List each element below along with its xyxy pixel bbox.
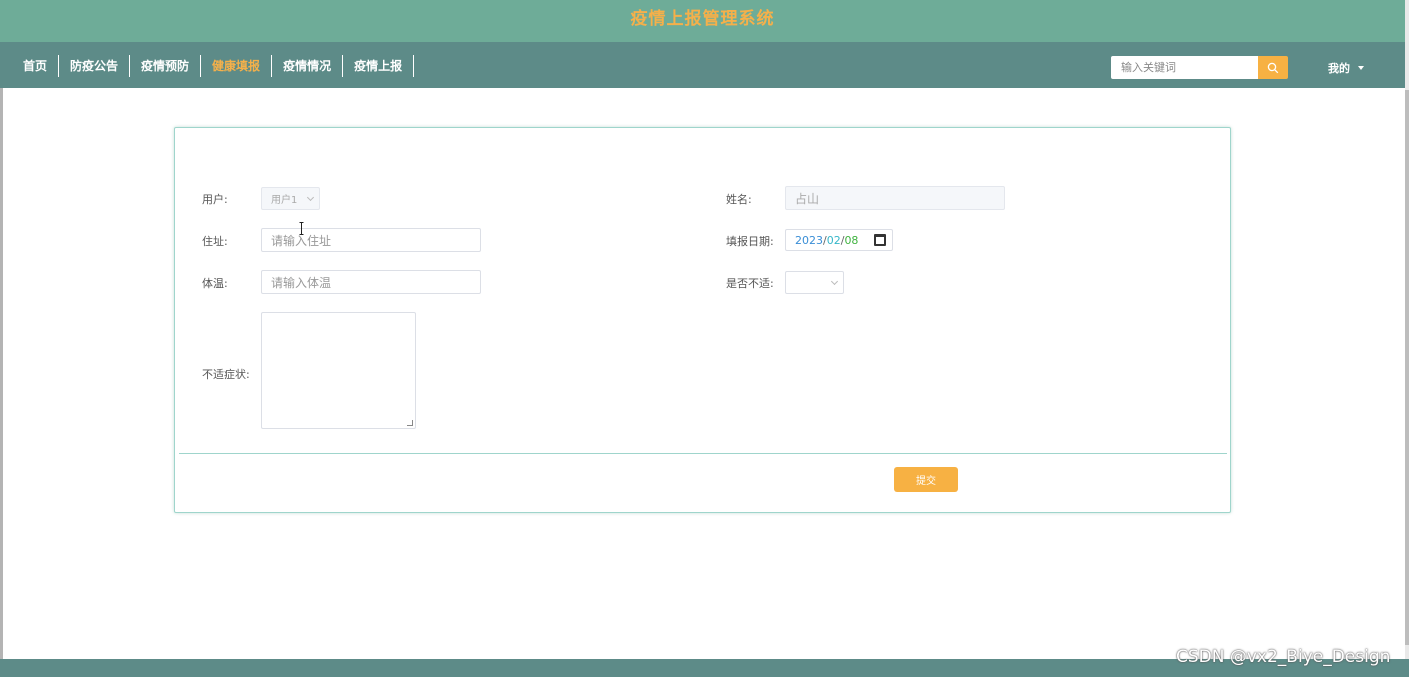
date-input[interactable]: 2023/02/08 — [785, 229, 893, 251]
date-day: 08 — [844, 233, 859, 247]
app-title: 疫情上报管理系统 — [630, 9, 775, 29]
search-icon — [1267, 62, 1279, 73]
symptoms-label: 不适症状: — [202, 368, 250, 381]
date-year: 2023 — [795, 233, 823, 247]
nav-item-announcements[interactable]: 防疫公告 — [59, 55, 131, 77]
calendar-icon[interactable] — [874, 234, 886, 246]
date-month: 02 — [826, 233, 841, 247]
name-label: 姓名: — [726, 193, 752, 206]
chevron-down-icon — [830, 277, 839, 286]
user-menu[interactable]: 我的 — [1328, 60, 1364, 76]
user-label: 用户: — [202, 193, 228, 206]
resize-handle-icon[interactable] — [407, 420, 413, 426]
nav-item-situation[interactable]: 疫情情况 — [272, 55, 344, 77]
name-field[interactable]: 占山 — [785, 186, 1005, 210]
temperature-label: 体温: — [202, 277, 228, 290]
date-label: 填报日期: — [726, 235, 774, 248]
chevron-down-icon — [306, 193, 315, 202]
user-select-value: 用户1 — [271, 195, 298, 206]
symptoms-textarea[interactable] — [261, 312, 416, 429]
text-cursor-icon — [299, 222, 304, 235]
scrollbar-thumb[interactable] — [1405, 90, 1409, 645]
watermark: CSDN @vx2_Biye_Design — [1176, 647, 1391, 667]
left-edge — [0, 88, 3, 660]
address-input[interactable]: 请输入住址 — [261, 228, 481, 252]
top-nav: 首页 防疫公告 疫情预防 健康填报 疫情情况 疫情上报 我的 — [0, 42, 1405, 88]
search-input[interactable] — [1111, 56, 1258, 79]
nav-item-epidemic-report[interactable]: 疫情上报 — [343, 55, 415, 77]
nav-item-health-report[interactable]: 健康填报 — [201, 55, 273, 77]
form-divider — [179, 453, 1227, 454]
name-field-value: 占山 — [795, 191, 820, 206]
nav-item-prevention[interactable]: 疫情预防 — [130, 55, 202, 77]
temperature-input[interactable]: 请输入体温 — [261, 270, 481, 294]
caret-down-icon — [1358, 66, 1364, 70]
app-title-bar: 疫情上报管理系统 — [0, 0, 1405, 42]
temperature-placeholder: 请输入体温 — [271, 275, 332, 290]
search-box — [1111, 56, 1288, 79]
unwell-select[interactable] — [785, 271, 844, 294]
submit-button[interactable]: 提交 — [894, 467, 958, 492]
nav-item-home[interactable]: 首页 — [12, 55, 60, 77]
unwell-label: 是否不适: — [726, 277, 774, 290]
search-button[interactable] — [1258, 56, 1288, 79]
user-menu-label: 我的 — [1328, 62, 1350, 75]
nav-menu: 首页 防疫公告 疫情预防 健康填报 疫情情况 疫情上报 — [12, 55, 415, 77]
address-label: 住址: — [202, 235, 228, 248]
health-report-form: 用户: 用户1 姓名: 占山 住址: 请输入住址 填报日期: 2023/02/0… — [174, 127, 1231, 513]
user-select[interactable]: 用户1 — [261, 187, 320, 210]
